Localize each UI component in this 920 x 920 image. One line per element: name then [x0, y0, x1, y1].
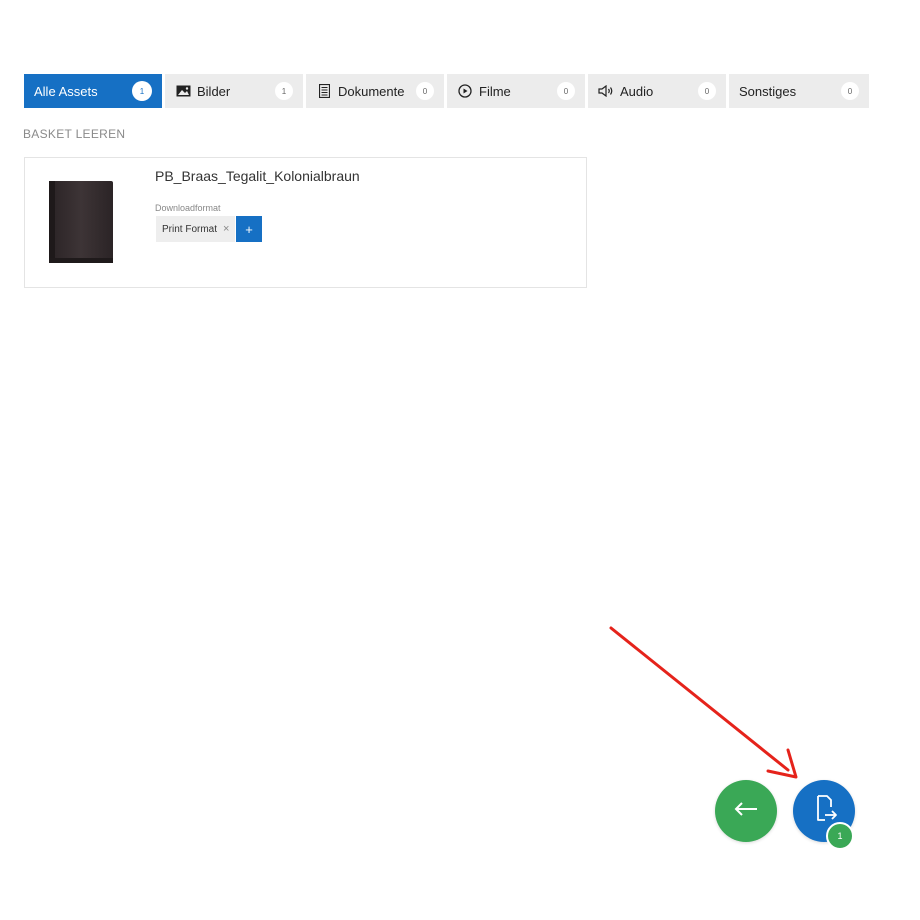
tab-label: Dokumente: [338, 83, 405, 99]
tab-dokumente[interactable]: Dokumente 0: [306, 74, 444, 108]
remove-format-icon[interactable]: ×: [223, 223, 229, 235]
tab-audio[interactable]: Audio 0: [588, 74, 726, 108]
tab-label: Filme: [479, 83, 511, 99]
tab-filme[interactable]: Filme 0: [447, 74, 585, 108]
format-tag-label: Print Format: [162, 223, 218, 235]
arrow-left-icon: [733, 801, 759, 822]
tab-sonstiges[interactable]: Sonstiges 0: [729, 74, 869, 108]
asset-thumbnail: [47, 179, 115, 265]
tab-count-badge: 0: [557, 82, 575, 100]
tab-count-badge: 1: [275, 82, 293, 100]
asset-type-tabs: Alle Assets 1 Bilder 1 Dokumente 0 Filme…: [24, 74, 869, 108]
download-count-badge: 1: [826, 822, 854, 850]
annotation-arrow: [609, 626, 798, 779]
tab-alle-assets[interactable]: Alle Assets 1: [24, 74, 162, 108]
document-icon: [316, 83, 332, 99]
speaker-icon: [598, 83, 614, 99]
tab-bilder[interactable]: Bilder 1: [165, 74, 303, 108]
tab-count-badge: 1: [132, 81, 152, 101]
download-format-label: Downloadformat: [155, 203, 221, 213]
asset-title: PB_Braas_Tegalit_Kolonialbraun: [155, 168, 360, 184]
tab-label: Sonstiges: [739, 83, 797, 99]
back-button[interactable]: [715, 780, 777, 842]
image-icon: [175, 83, 191, 99]
tab-label: Bilder: [197, 83, 231, 99]
tab-count-badge: 0: [698, 82, 716, 100]
play-circle-icon: [457, 83, 473, 99]
tab-label: Alle Assets: [34, 83, 98, 99]
tab-count-badge: 0: [416, 82, 434, 100]
tab-label: Audio: [620, 83, 654, 99]
format-tag: Print Format ×: [156, 216, 236, 242]
tab-count-badge: 0: [841, 82, 859, 100]
clear-basket-link[interactable]: BASKET LEEREN: [23, 127, 125, 141]
add-format-button[interactable]: +: [236, 216, 262, 242]
basket-item-card: PB_Braas_Tegalit_Kolonialbraun Downloadf…: [24, 157, 587, 288]
